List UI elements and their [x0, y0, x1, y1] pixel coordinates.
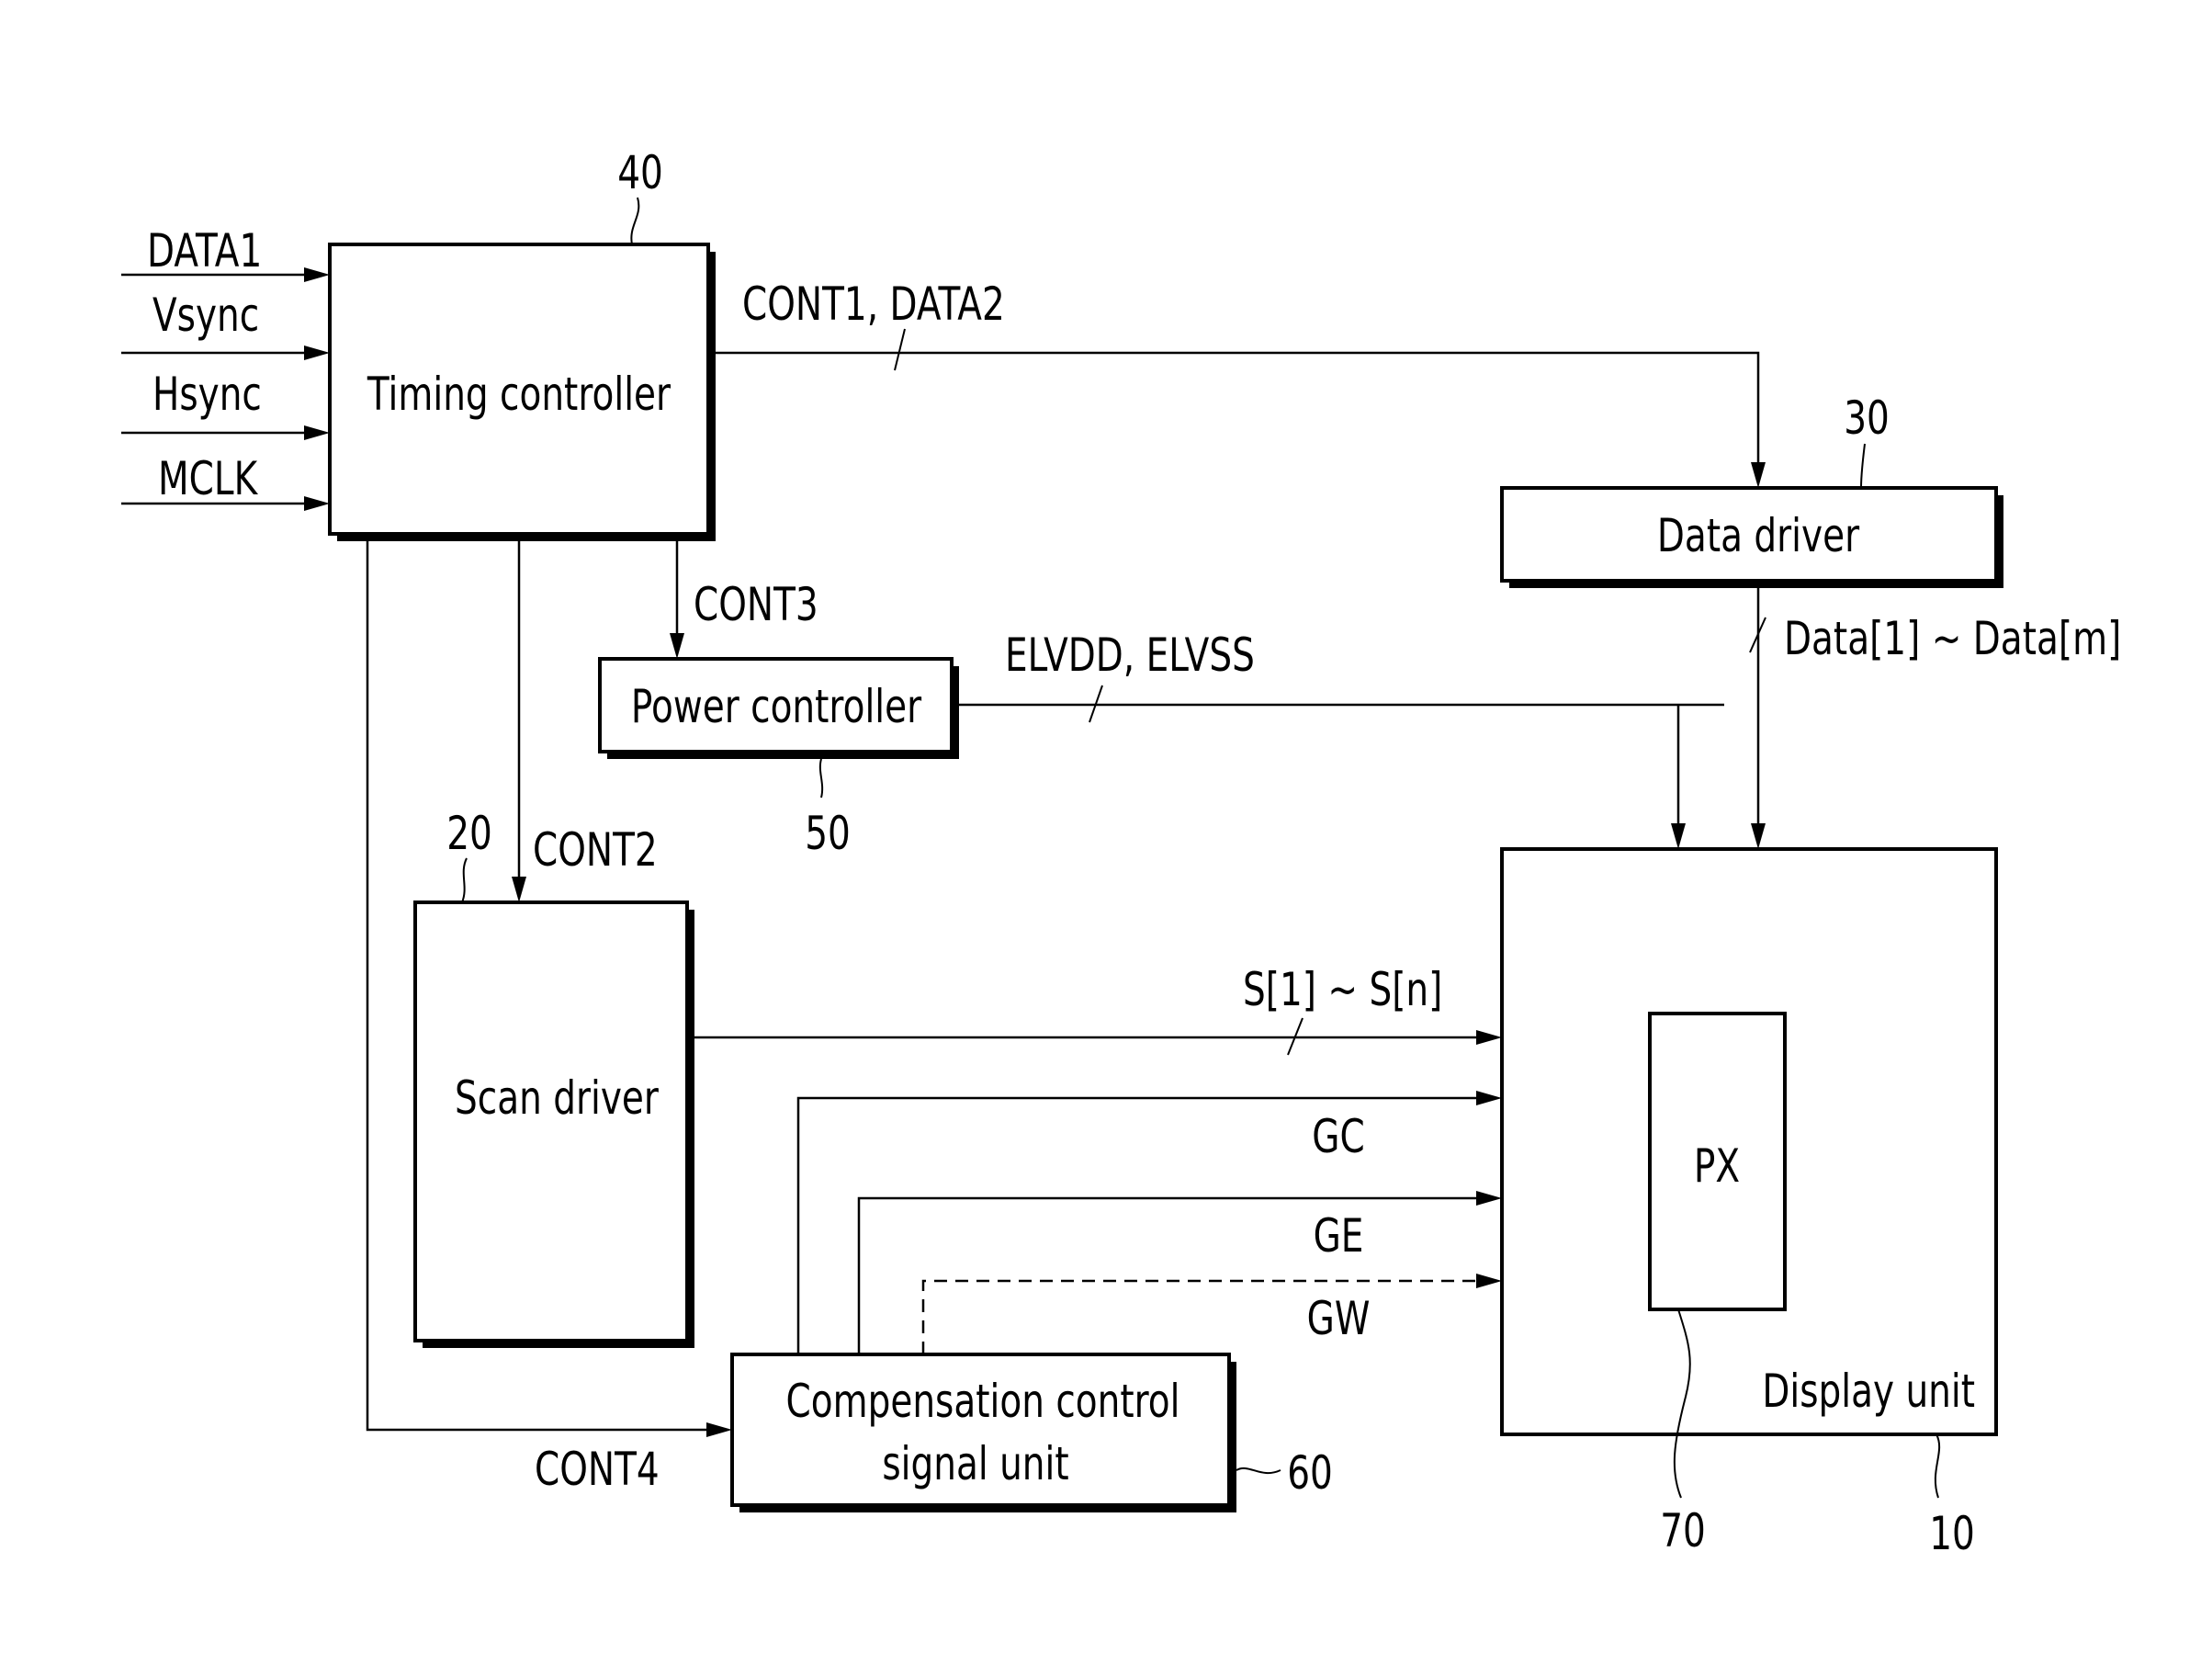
gw-line	[921, 1279, 1484, 1354]
arrowhead	[706, 1422, 732, 1437]
cont1-data2-line	[716, 351, 1760, 470]
leader-line-50	[818, 758, 824, 799]
scan-driver-label: Scan driver	[455, 1070, 659, 1125]
compensation-label-line2: signal unit	[882, 1436, 1068, 1490]
input-label-hsync: Hsync	[152, 367, 262, 421]
compensation-block: Compensation control signal unit 60	[730, 1353, 1333, 1512]
input-label-vsync: Vsync	[152, 288, 259, 342]
pixel-block: PX 70	[1648, 1012, 1787, 1557]
timing-controller-label: Timing controller	[367, 367, 671, 421]
pixel-label: PX	[1694, 1138, 1740, 1193]
arrowhead	[1751, 462, 1766, 488]
data-driver-block: Data driver 30	[1500, 391, 2003, 588]
arrowhead	[304, 267, 330, 282]
block-diagram: DATA1 Vsync Hsync MCLK Timing controller…	[121, 145, 2121, 1560]
arrowhead	[304, 425, 330, 440]
display-unit-label: Display unit	[1762, 1364, 1975, 1418]
arrowhead	[304, 345, 330, 360]
leader-line-20	[461, 857, 468, 903]
ref-label-30: 30	[1844, 391, 1890, 445]
gc-label: GC	[1312, 1109, 1364, 1163]
arrowhead	[304, 496, 330, 511]
gw-label: GW	[1307, 1291, 1371, 1345]
cont4-label: CONT4	[535, 1442, 660, 1496]
input-label-data1: DATA1	[147, 223, 262, 278]
data-lines-label: Data[1] ~ Data[m]	[1784, 611, 2121, 665]
leader-line-10	[1934, 1433, 1941, 1499]
cont3-line-group: CONT3	[670, 541, 818, 659]
elvdd-elvss-label: ELVDD, ELVSS	[1005, 628, 1255, 682]
arrowhead	[512, 877, 526, 902]
arrowhead	[670, 633, 684, 659]
ref-label-50: 50	[805, 806, 851, 860]
ref-label-40: 40	[617, 145, 663, 199]
arrowhead	[1476, 1274, 1502, 1288]
arrowhead	[1476, 1030, 1502, 1045]
timing-controller-block: Timing controller 40	[328, 145, 716, 541]
ge-line	[857, 1196, 1484, 1354]
input-label-mclk: MCLK	[158, 451, 259, 505]
cont1-data2-label: CONT1, DATA2	[742, 277, 1005, 331]
leader-line-60	[1236, 1467, 1281, 1475]
arrowhead	[1671, 823, 1686, 849]
arrowhead	[1476, 1191, 1502, 1206]
compensation-label-line1: Compensation control	[786, 1374, 1180, 1428]
scan-lines-label: S[1] ~ S[n]	[1243, 962, 1442, 1016]
cont3-label: CONT3	[694, 577, 818, 631]
bus-slash	[894, 328, 906, 371]
arrowhead	[1476, 1091, 1502, 1105]
power-controller-label: Power controller	[631, 679, 922, 733]
ref-label-10: 10	[1929, 1506, 1975, 1560]
ref-label-70: 70	[1660, 1503, 1706, 1557]
arrowhead	[1751, 823, 1766, 849]
ref-label-20: 20	[446, 806, 492, 860]
data-driver-label: Data driver	[1657, 508, 1860, 562]
ge-label: GE	[1314, 1208, 1364, 1263]
leader-line-30	[1860, 443, 1866, 489]
ref-label-60: 60	[1287, 1445, 1333, 1500]
cont2-label: CONT2	[533, 822, 658, 877]
leader-line-40	[630, 197, 640, 245]
cont1-data2-bus: CONT1, DATA2	[716, 277, 1766, 488]
gc-line	[796, 1096, 1484, 1354]
input-signals: DATA1 Vsync Hsync MCLK	[121, 223, 330, 511]
scan-driver-block: Scan driver 20	[413, 806, 694, 1348]
